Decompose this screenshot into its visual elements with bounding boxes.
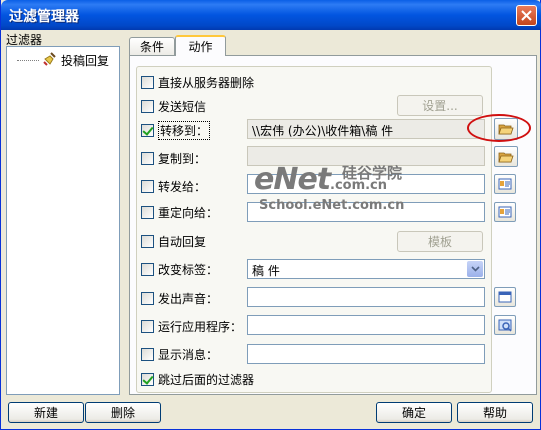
action-delete-from-server[interactable]: 直接从服务器删除: [141, 73, 254, 91]
action-send-sms[interactable]: 发送短信: [141, 97, 206, 115]
play-sound-browse-button[interactable]: [494, 287, 516, 307]
forward-to-addressbook-button[interactable]: [494, 174, 516, 194]
checkbox-run-app[interactable]: [141, 319, 154, 333]
filter-item-label: 投稿回复: [61, 53, 110, 68]
action-forward-to[interactable]: 转发给：: [141, 177, 206, 195]
label-forward-to: 转发给：: [158, 179, 207, 194]
label-delete-from-server: 直接从服务器删除: [158, 75, 255, 90]
action-run-app[interactable]: 运行应用程序：: [141, 317, 242, 335]
folder-open-icon: [498, 152, 514, 162]
redirect-to-addressbook-button[interactable]: [494, 202, 516, 222]
new-button[interactable]: 新建: [8, 402, 84, 423]
action-skip-filters[interactable]: 跳过后面的过滤器: [141, 370, 254, 388]
change-tag-value: 稿 件: [252, 264, 280, 278]
action-show-message[interactable]: 显示消息：: [141, 345, 218, 363]
change-tag-select[interactable]: 稿 件: [247, 259, 485, 279]
tab-actions[interactable]: 动作: [175, 35, 226, 56]
title-bar[interactable]: 过滤管理器: [1, 0, 541, 30]
checkbox-play-sound[interactable]: [141, 291, 154, 305]
watermark-com: .com.cn: [330, 178, 388, 193]
copy-to-browse-button[interactable]: [494, 146, 518, 167]
label-change-tag: 改变标签：: [158, 262, 219, 277]
checkbox-skip-filters[interactable]: [141, 372, 154, 386]
window-title: 过滤管理器: [9, 9, 79, 25]
program-icon: [498, 319, 512, 332]
sms-settings-button[interactable]: 设置...: [397, 95, 483, 116]
filter-list[interactable]: 投稿回复: [6, 46, 120, 395]
address-book-icon: [498, 178, 512, 190]
checkbox-move-to[interactable]: [141, 123, 154, 137]
checkbox-send-sms[interactable]: [141, 99, 154, 113]
chevron-down-icon[interactable]: [467, 261, 483, 277]
broom-icon: [43, 52, 56, 66]
window-icon: [498, 291, 512, 303]
checkbox-copy-to[interactable]: [141, 151, 154, 165]
checkbox-delete-from-server[interactable]: [141, 75, 154, 89]
filter-item-contribution-reply[interactable]: 投稿回复: [17, 52, 109, 68]
close-icon: [521, 10, 532, 21]
label-skip-filters: 跳过后面的过滤器: [158, 372, 255, 387]
label-play-sound: 发出声音：: [158, 291, 219, 306]
address-book-icon: [498, 206, 512, 218]
action-auto-reply[interactable]: 自动回复: [141, 232, 206, 250]
close-button[interactable]: [516, 5, 537, 26]
help-button[interactable]: 帮助: [457, 402, 533, 423]
checkbox-change-tag[interactable]: [141, 262, 154, 276]
checkbox-forward-to[interactable]: [141, 179, 154, 193]
checkbox-redirect-to[interactable]: [141, 205, 154, 219]
delete-button[interactable]: 删除: [85, 402, 161, 423]
label-copy-to: 复制到：: [158, 151, 207, 166]
watermark-url: School.eNet.com.cn: [259, 198, 405, 213]
label-show-message: 显示消息：: [158, 347, 219, 362]
action-redirect-to[interactable]: 重定向给：: [141, 203, 218, 221]
action-copy-to[interactable]: 复制到：: [141, 149, 206, 167]
checkbox-auto-reply[interactable]: [141, 234, 154, 248]
highlight-circle: [467, 114, 531, 142]
action-play-sound[interactable]: 发出声音：: [141, 289, 218, 307]
action-change-tag[interactable]: 改变标签：: [141, 260, 218, 278]
label-send-sms: 发送短信: [158, 99, 207, 114]
run-app-browse-button[interactable]: [494, 315, 516, 335]
label-redirect-to: 重定向给：: [158, 205, 219, 220]
watermark-enet: eNet: [254, 162, 331, 197]
play-sound-field[interactable]: [247, 287, 485, 307]
label-move-to: 转移到：: [158, 120, 211, 140]
checkbox-show-message[interactable]: [141, 347, 154, 361]
label-auto-reply: 自动回复: [158, 234, 207, 249]
ok-button[interactable]: 确定: [376, 402, 452, 423]
show-message-field[interactable]: [247, 344, 485, 364]
auto-reply-template-button[interactable]: 模板: [397, 231, 483, 252]
filter-manager-window: 过滤管理器 过滤器 投稿回复 条件 动作 直接从服务器删除 发送短信 设置...: [0, 0, 541, 430]
run-app-field[interactable]: [247, 315, 485, 335]
move-to-path-field[interactable]: \\宏伟 (办公)\收件箱\稿 件: [247, 119, 485, 139]
label-run-app: 运行应用程序：: [158, 319, 243, 334]
action-move-to[interactable]: 转移到：: [141, 120, 211, 140]
tab-conditions[interactable]: 条件: [129, 37, 175, 55]
tree-connector: [17, 59, 39, 61]
watermark-logo: eNet 硅谷学院 .com.cn School.eNet.com.cn: [254, 162, 454, 222]
